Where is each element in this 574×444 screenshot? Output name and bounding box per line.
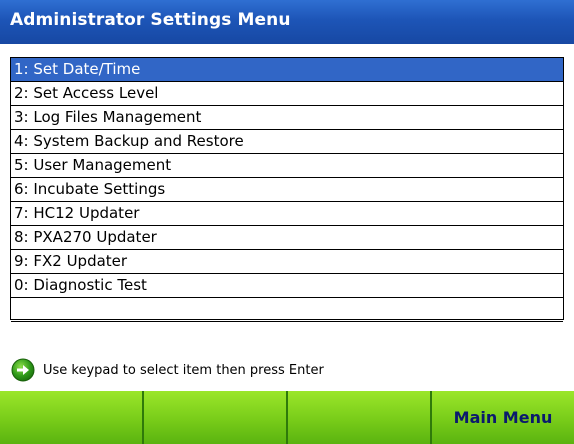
menu-item-diagnostic-test[interactable]: 0: Diagnostic Test [11, 274, 563, 298]
menu-item-system-backup-restore[interactable]: 4: System Backup and Restore [11, 130, 563, 154]
menu-item-user-management[interactable]: 5: User Management [11, 154, 563, 178]
title-bar: Administrator Settings Menu [0, 0, 574, 44]
softkey-1-button[interactable] [0, 391, 144, 444]
menu-item-set-access-level[interactable]: 2: Set Access Level [11, 82, 563, 106]
softkey-3-button[interactable] [288, 391, 432, 444]
menu-item-pxa270-updater[interactable]: 8: PXA270 Updater [11, 226, 563, 250]
softkey-bar: Main Menu [0, 391, 574, 444]
instruction-hint: Use keypad to select item then press Ent… [11, 358, 324, 382]
softkey-2-button[interactable] [144, 391, 288, 444]
menu-item-log-files-management[interactable]: 3: Log Files Management [11, 106, 563, 130]
settings-menu-list[interactable]: 1: Set Date/Time 2: Set Access Level 3: … [10, 57, 564, 322]
arrow-right-circle-icon [11, 358, 35, 382]
menu-item-fx2-updater[interactable]: 9: FX2 Updater [11, 250, 563, 274]
menu-item-incubate-settings[interactable]: 6: Incubate Settings [11, 178, 563, 202]
menu-item-hc12-updater[interactable]: 7: HC12 Updater [11, 202, 563, 226]
main-menu-button[interactable]: Main Menu [432, 391, 574, 444]
page-title: Administrator Settings Menu [10, 10, 291, 30]
hint-text: Use keypad to select item then press Ent… [43, 362, 324, 378]
menu-item-set-date-time[interactable]: 1: Set Date/Time [11, 58, 563, 82]
menu-item-empty [11, 298, 563, 322]
